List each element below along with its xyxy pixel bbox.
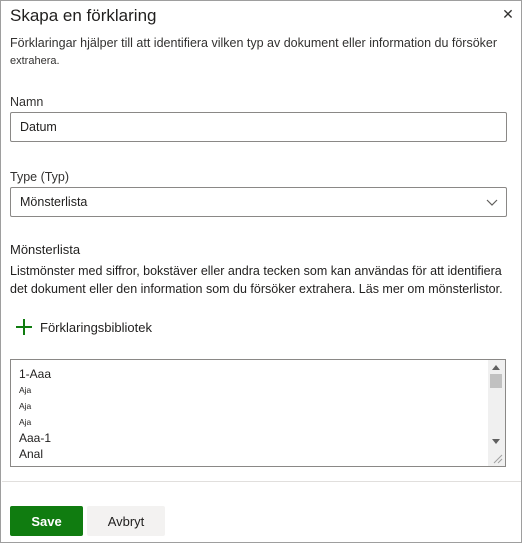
list-item: Anal — [19, 447, 44, 461]
cancel-button[interactable]: Avbryt — [87, 506, 165, 536]
type-selected-value: Mönsterlista — [20, 195, 88, 209]
name-field[interactable] — [10, 112, 507, 142]
pattern-list-description: Listmönster med siffror, bokstäver eller… — [10, 264, 503, 296]
name-input[interactable] — [20, 114, 497, 140]
list-item: Aaa-1 — [19, 431, 52, 445]
plus-icon — [16, 319, 32, 335]
list-item: 1-Aaa — [19, 367, 52, 381]
type-label: Type (Typ) — [10, 170, 70, 184]
close-icon[interactable]: ✕ — [501, 7, 515, 21]
scroll-thumb[interactable] — [490, 374, 502, 388]
vertical-scrollbar[interactable] — [488, 360, 505, 466]
panel-title: Skapa en förklaring — [10, 6, 157, 25]
panel-description: Förklaringar hjälper till att identifier… — [10, 35, 510, 70]
resize-grip-icon[interactable] — [491, 452, 503, 464]
panel-description-tail: extrahera. — [10, 55, 60, 67]
explanation-library-button[interactable]: Förklaringsbibliotek — [16, 317, 152, 337]
type-dropdown[interactable]: Mönsterlista — [10, 187, 507, 217]
scroll-down-icon[interactable] — [492, 439, 500, 444]
explanation-library-label: Förklaringsbibliotek — [40, 319, 152, 335]
pattern-list-title: Mönsterlista — [10, 242, 81, 257]
chevron-down-icon — [486, 199, 498, 206]
name-label: Namn — [10, 95, 44, 109]
panel-description-main: Förklaringar hjälper till att identifier… — [10, 36, 498, 50]
list-item: Aja — [19, 385, 32, 395]
scroll-up-icon[interactable] — [492, 365, 500, 370]
footer-divider — [2, 481, 521, 482]
list-item: Aja — [19, 401, 32, 411]
list-item: Aja — [19, 417, 32, 427]
save-button[interactable]: Save — [10, 506, 83, 536]
pattern-list-textarea[interactable]: 1-Aaa Aja Aja Aja Aaa-1 Anal — [10, 359, 506, 467]
create-explanation-panel: Skapa en förklaring ✕ Förklaringar hjälp… — [0, 0, 522, 543]
pattern-list-items: 1-Aaa Aja Aja Aja Aaa-1 Anal — [19, 366, 51, 462]
